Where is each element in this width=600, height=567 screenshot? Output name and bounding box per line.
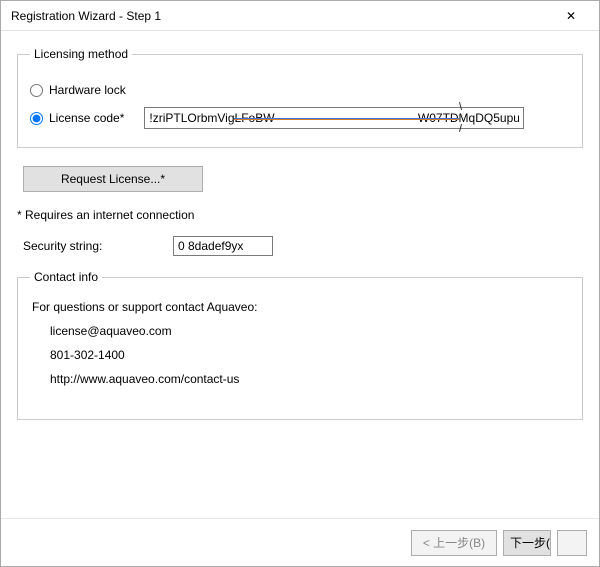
third-button[interactable]	[557, 530, 587, 556]
next-button[interactable]: 下一步(N	[503, 530, 551, 556]
security-string-label: Security string:	[23, 239, 173, 253]
contact-info-legend: Contact info	[30, 270, 102, 284]
contact-heading: For questions or support contact Aquaveo…	[32, 300, 570, 314]
license-code-label: License code*	[49, 111, 124, 125]
license-code-radio[interactable]	[30, 112, 43, 125]
hardware-lock-row: Hardware lock	[30, 79, 570, 101]
internet-connection-note: * Requires an internet connection	[17, 208, 583, 222]
registration-wizard-window: Registration Wizard - Step 1 ✕ Licensing…	[0, 0, 600, 567]
back-button[interactable]: < 上一步(B)	[411, 530, 497, 556]
licensing-method-legend: Licensing method	[30, 47, 132, 61]
hardware-lock-radio[interactable]	[30, 84, 43, 97]
license-code-option[interactable]: License code*	[30, 111, 124, 125]
security-string-input[interactable]	[173, 236, 273, 256]
contact-phone: 801-302-1400	[50, 348, 570, 362]
window-title: Registration Wizard - Step 1	[11, 9, 161, 23]
request-license-button[interactable]: Request License...*	[23, 166, 203, 192]
hardware-lock-option[interactable]: Hardware lock	[30, 83, 126, 97]
contact-url: http://www.aquaveo.com/contact-us	[50, 372, 570, 386]
security-string-row: Security string:	[23, 236, 583, 256]
license-code-input[interactable]	[144, 107, 524, 129]
content-area: Licensing method Hardware lock License c…	[1, 31, 599, 518]
wizard-footer: < 上一步(B) 下一步(N	[1, 518, 599, 566]
hardware-lock-label: Hardware lock	[49, 83, 126, 97]
contact-email: license@aquaveo.com	[50, 324, 570, 338]
close-icon[interactable]: ✕	[551, 2, 591, 30]
titlebar: Registration Wizard - Step 1 ✕	[1, 1, 599, 31]
licensing-method-group: Licensing method Hardware lock License c…	[17, 47, 583, 148]
license-code-wrap	[124, 107, 524, 129]
contact-info-group: Contact info For questions or support co…	[17, 270, 583, 420]
license-code-row: License code*	[30, 107, 570, 129]
